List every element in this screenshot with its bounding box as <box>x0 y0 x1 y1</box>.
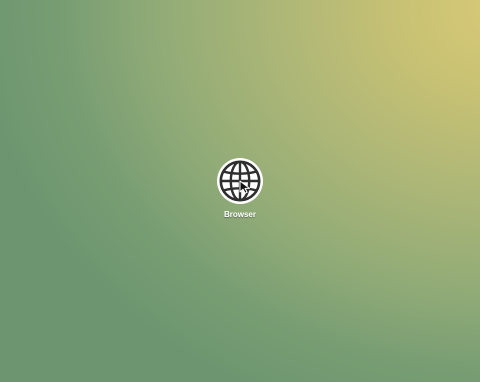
globe-icon <box>217 158 263 204</box>
browser-icon-label: Browser <box>223 210 256 219</box>
desktop[interactable]: Browser <box>0 0 480 382</box>
browser-desktop-shortcut[interactable]: Browser <box>205 156 275 224</box>
